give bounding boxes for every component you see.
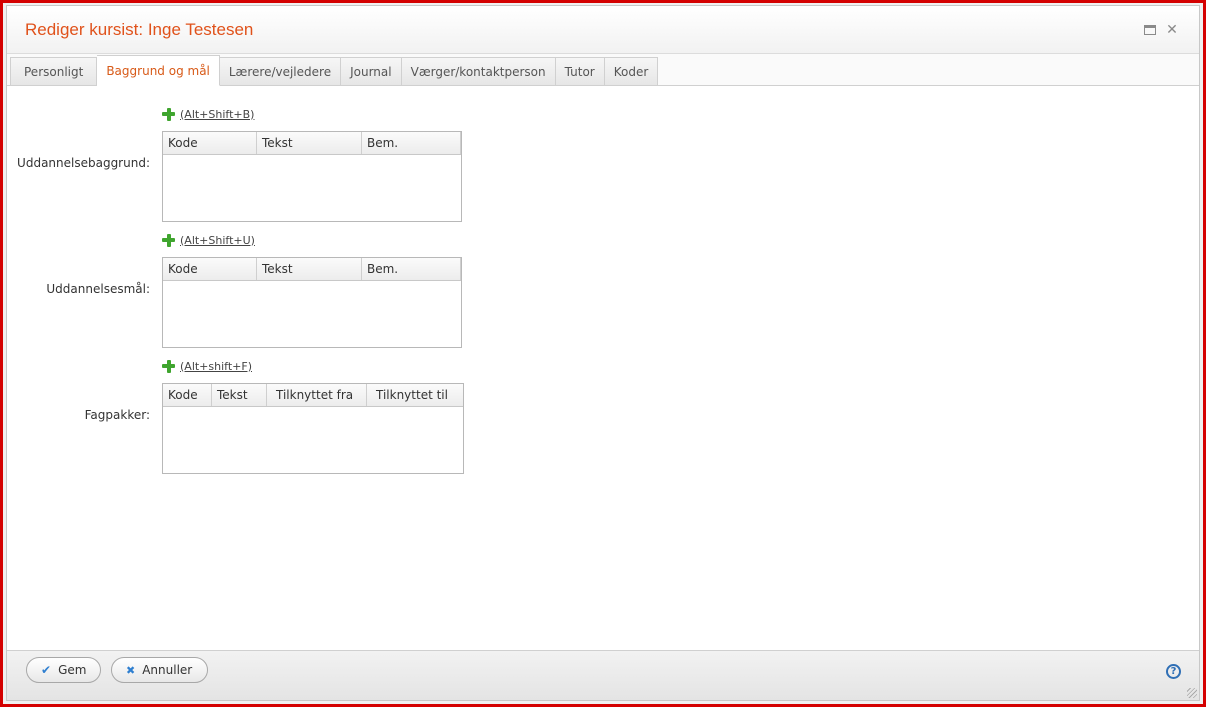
tab-laerere-vejledere[interactable]: Lærere/vejledere xyxy=(219,57,342,86)
column-header-tekst[interactable]: Tekst xyxy=(257,132,362,154)
check-icon: ✔ xyxy=(41,663,52,677)
tab-personligt[interactable]: Personligt xyxy=(10,57,98,86)
column-header-bem[interactable]: Bem. xyxy=(362,132,461,154)
background-label: Uddannelsebaggrund: xyxy=(17,156,150,170)
grid-header: Kode Tekst Tilknyttet fra Tilknyttet til xyxy=(163,384,463,407)
column-header-kode[interactable]: Kode xyxy=(163,132,257,154)
packages-grid[interactable]: Kode Tekst Tilknyttet fra Tilknyttet til xyxy=(162,383,464,474)
plus-icon xyxy=(162,107,175,121)
add-background-button[interactable]: (Alt+Shift+B) xyxy=(162,106,254,122)
column-header-tekst[interactable]: Tekst xyxy=(257,258,362,280)
dialog-window: Rediger kursist: Inge Testesen ✕ Personl… xyxy=(0,0,1206,707)
resize-grip-icon[interactable] xyxy=(1187,688,1197,698)
help-icon[interactable]: ? xyxy=(1166,664,1181,679)
dialog-title: Rediger kursist: Inge Testesen xyxy=(25,20,254,39)
tab-tutor[interactable]: Tutor xyxy=(555,57,605,86)
column-header-tekst[interactable]: Tekst xyxy=(212,384,267,406)
add-goal-shortcut: (Alt+Shift+U) xyxy=(180,233,255,247)
grid-header: Kode Tekst Bem. xyxy=(163,132,461,155)
add-package-button[interactable]: (Alt+shift+F) xyxy=(162,358,252,374)
cancel-button[interactable]: ✖ Annuller xyxy=(111,657,208,683)
grid-header: Kode Tekst Bem. xyxy=(163,258,461,281)
close-icon[interactable]: ✕ xyxy=(1165,23,1179,37)
add-background-shortcut: (Alt+Shift+B) xyxy=(180,107,255,121)
add-package-shortcut: (Alt+shift+F) xyxy=(180,359,252,373)
save-button[interactable]: ✔ Gem xyxy=(26,657,101,683)
dialog-footer: ✔ Gem ✖ Annuller ? xyxy=(7,650,1199,700)
maximize-icon[interactable] xyxy=(1143,23,1157,37)
background-grid[interactable]: Kode Tekst Bem. xyxy=(162,131,462,222)
cancel-button-label: Annuller xyxy=(142,663,193,677)
cancel-x-icon: ✖ xyxy=(126,663,136,677)
tab-content: (Alt+Shift+B) Uddannelsebaggrund: Kode T… xyxy=(7,86,1199,650)
add-goal-button[interactable]: (Alt+Shift+U) xyxy=(162,232,255,248)
column-header-kode[interactable]: Kode xyxy=(163,258,257,280)
tab-vaerger-kontaktperson[interactable]: Værger/kontaktperson xyxy=(401,57,556,86)
save-button-label: Gem xyxy=(58,663,87,677)
plus-icon xyxy=(162,359,175,373)
column-header-tilknyttet-til[interactable]: Tilknyttet til xyxy=(367,384,463,406)
goal-label: Uddannelsesmål: xyxy=(46,282,150,296)
goal-grid[interactable]: Kode Tekst Bem. xyxy=(162,257,462,348)
column-header-kode[interactable]: Kode xyxy=(163,384,212,406)
plus-icon xyxy=(162,233,175,247)
tab-journal[interactable]: Journal xyxy=(341,57,402,86)
dialog-body: Rediger kursist: Inge Testesen ✕ Personl… xyxy=(6,5,1200,701)
tab-koder[interactable]: Koder xyxy=(604,57,659,86)
column-header-bem[interactable]: Bem. xyxy=(362,258,461,280)
tab-bar: Personligt Baggrund og mål Lærere/vejled… xyxy=(7,54,1199,86)
title-bar: Rediger kursist: Inge Testesen ✕ xyxy=(7,6,1199,54)
tab-baggrund-og-maal[interactable]: Baggrund og mål xyxy=(97,55,220,86)
packages-label: Fagpakker: xyxy=(84,408,150,422)
column-header-tilknyttet-fra[interactable]: Tilknyttet fra xyxy=(267,384,367,406)
